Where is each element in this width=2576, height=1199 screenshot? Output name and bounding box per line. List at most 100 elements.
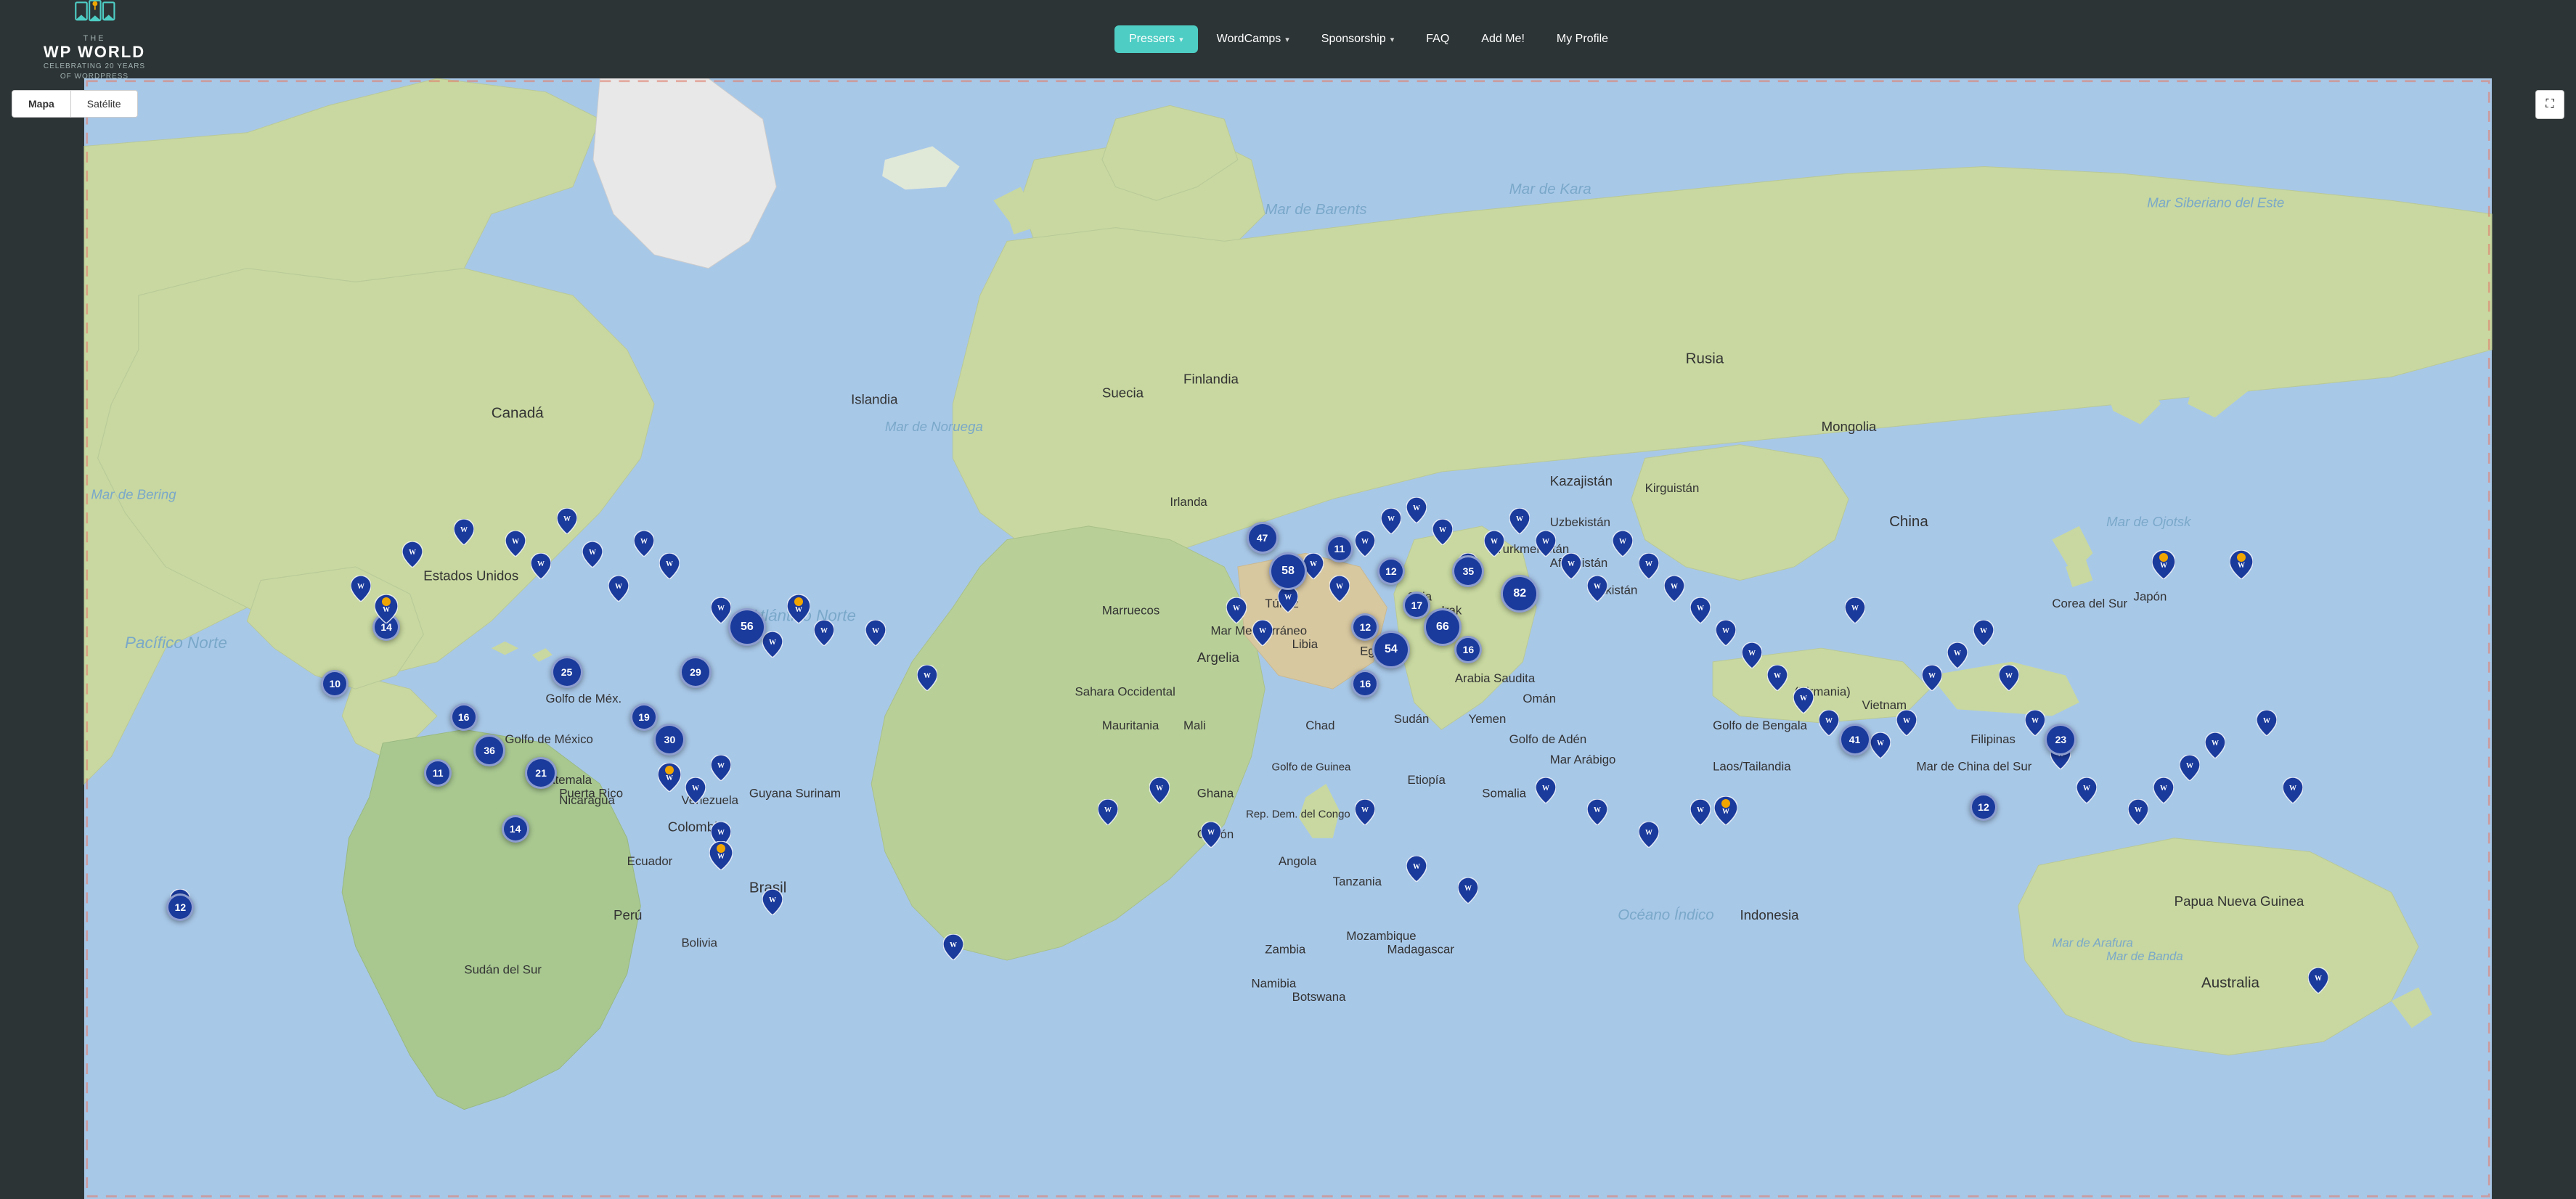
wp-marker[interactable]: W [1149, 777, 1170, 807]
wp-marker[interactable]: W [865, 620, 886, 650]
cluster-marker[interactable]: 35 [1452, 555, 1484, 587]
wp-marker[interactable]: W [1355, 799, 1375, 829]
wp-marker[interactable]: W [943, 934, 963, 964]
nav-pressers[interactable]: Pressers ▾ [1114, 25, 1198, 53]
map-container[interactable]: Mapa Satélite ⛶ [0, 78, 2576, 1199]
nav-add-me[interactable]: Add Me! [1468, 25, 1538, 53]
wp-marker[interactable]: W [1767, 665, 1788, 695]
wp-marker[interactable]: W [1742, 642, 1762, 672]
wp-marker[interactable]: W [1664, 576, 1684, 605]
wp-marker[interactable]: W [2076, 777, 2097, 807]
cluster-marker[interactable]: 14 [502, 815, 529, 843]
wp-marker[interactable]: W [762, 889, 783, 919]
cluster-marker[interactable]: 30 [653, 724, 685, 756]
wp-marker[interactable]: W [402, 541, 423, 571]
wp-marker[interactable]: W [1458, 877, 1478, 907]
cluster-marker[interactable]: 41 [1839, 724, 1871, 756]
wp-marker[interactable]: W [1793, 687, 1814, 717]
cluster-marker[interactable]: 47 [1247, 522, 1279, 554]
wp-marker[interactable]: W [1613, 531, 1633, 560]
nav-faq[interactable]: FAQ [1413, 25, 1462, 53]
wp-marker[interactable]: W [814, 620, 834, 650]
wp-marker[interactable]: W [1947, 642, 1968, 672]
wp-marker[interactable]: W [1716, 620, 1736, 650]
cluster-marker[interactable]: 36 [473, 734, 505, 766]
map-toggle-mapa[interactable]: Mapa [12, 91, 70, 117]
wp-marker[interactable]: W [1536, 777, 1556, 807]
cluster-marker[interactable]: 12 [1351, 613, 1379, 641]
wp-marker[interactable]: W [1587, 799, 1607, 829]
special-marker[interactable]: W [1714, 796, 1737, 829]
wp-marker[interactable]: W [1561, 553, 1581, 583]
cluster-marker[interactable]: 10 [321, 670, 349, 697]
wp-marker[interactable]: W [608, 576, 629, 605]
wp-marker[interactable]: W [634, 531, 654, 560]
wp-marker[interactable]: W [1690, 597, 1711, 627]
wp-marker[interactable]: W [1973, 620, 1994, 650]
wp-marker[interactable]: W [1536, 531, 1556, 560]
wp-marker[interactable]: W [557, 508, 577, 538]
nav-wordcamps[interactable]: WordCamps ▾ [1204, 25, 1303, 53]
wp-marker[interactable]: W [1870, 732, 1891, 762]
wp-marker[interactable]: W [1329, 576, 1350, 605]
special-marker[interactable]: W [2230, 550, 2253, 583]
wp-marker[interactable]: W [1098, 799, 1118, 829]
wp-marker[interactable]: W [1587, 576, 1607, 605]
wp-marker[interactable]: W [1226, 597, 1247, 627]
wp-marker[interactable]: W [1406, 856, 1427, 885]
wp-marker[interactable]: W [351, 576, 371, 605]
wp-marker[interactable]: W [1639, 822, 1659, 851]
fullscreen-button[interactable]: ⛶ [2535, 90, 2564, 119]
wp-marker[interactable]: W [2180, 755, 2200, 785]
wp-marker[interactable]: W [1819, 710, 1839, 740]
cluster-marker[interactable]: 12 [1970, 793, 1997, 821]
cluster-marker[interactable]: 29 [680, 656, 712, 688]
wp-marker[interactable]: W [1999, 665, 2019, 695]
nav-sponsorship[interactable]: Sponsorship ▾ [1308, 25, 1407, 53]
wp-marker[interactable]: W [2308, 967, 2328, 997]
wp-marker[interactable]: W [1252, 620, 1273, 650]
wp-marker[interactable]: W [1201, 822, 1221, 851]
wp-marker[interactable]: W [454, 519, 474, 549]
wp-marker[interactable]: W [1381, 508, 1401, 538]
cluster-marker[interactable]: 11 [1326, 535, 1353, 562]
wp-marker[interactable]: W [1278, 586, 1298, 616]
wp-marker[interactable]: W [2257, 710, 2277, 740]
cluster-marker[interactable]: 16 [1351, 670, 1379, 697]
cluster-marker[interactable]: 11 [424, 759, 452, 787]
wp-marker[interactable]: W [2025, 710, 2045, 740]
cluster-marker[interactable]: 25 [551, 656, 583, 688]
special-marker[interactable]: W [787, 594, 810, 627]
wp-marker[interactable]: W [711, 755, 731, 785]
wp-marker[interactable]: W [1484, 531, 1504, 560]
wp-marker[interactable]: W [1406, 497, 1427, 527]
wp-marker[interactable]: W [1845, 597, 1865, 627]
special-marker[interactable]: W [709, 841, 733, 874]
cluster-marker[interactable]: 58 [1269, 552, 1307, 590]
wp-marker[interactable]: W [505, 531, 526, 560]
wp-marker[interactable]: W [531, 553, 551, 583]
cluster-marker[interactable]: 16 [450, 703, 478, 731]
cluster-marker[interactable]: 82 [1501, 575, 1538, 613]
wp-marker[interactable]: W [917, 665, 937, 695]
map-toggle-satelite[interactable]: Satélite [70, 91, 137, 117]
wp-marker[interactable]: W [2205, 732, 2225, 762]
cluster-marker[interactable]: 12 [166, 893, 194, 921]
wp-marker[interactable]: W [2153, 777, 2174, 807]
special-marker[interactable]: W [2152, 550, 2175, 583]
cluster-marker[interactable]: 12 [1377, 557, 1405, 585]
special-marker[interactable]: W [658, 763, 681, 795]
wp-marker[interactable]: W [1896, 710, 1917, 740]
wp-marker[interactable]: W [2128, 799, 2148, 829]
cluster-marker[interactable]: 16 [1454, 636, 1482, 663]
wp-marker[interactable]: W [1639, 553, 1659, 583]
wp-marker[interactable]: W [582, 541, 603, 571]
cluster-marker[interactable]: 21 [525, 757, 557, 789]
cluster-marker[interactable]: 17 [1403, 592, 1430, 619]
wp-marker[interactable]: W [1509, 508, 1530, 538]
wp-marker[interactable]: W [659, 553, 680, 583]
wp-marker[interactable]: W [1432, 519, 1453, 549]
wp-marker[interactable]: W [1922, 665, 1942, 695]
cluster-marker[interactable]: 56 [728, 608, 766, 646]
wp-marker[interactable]: W [685, 777, 706, 807]
